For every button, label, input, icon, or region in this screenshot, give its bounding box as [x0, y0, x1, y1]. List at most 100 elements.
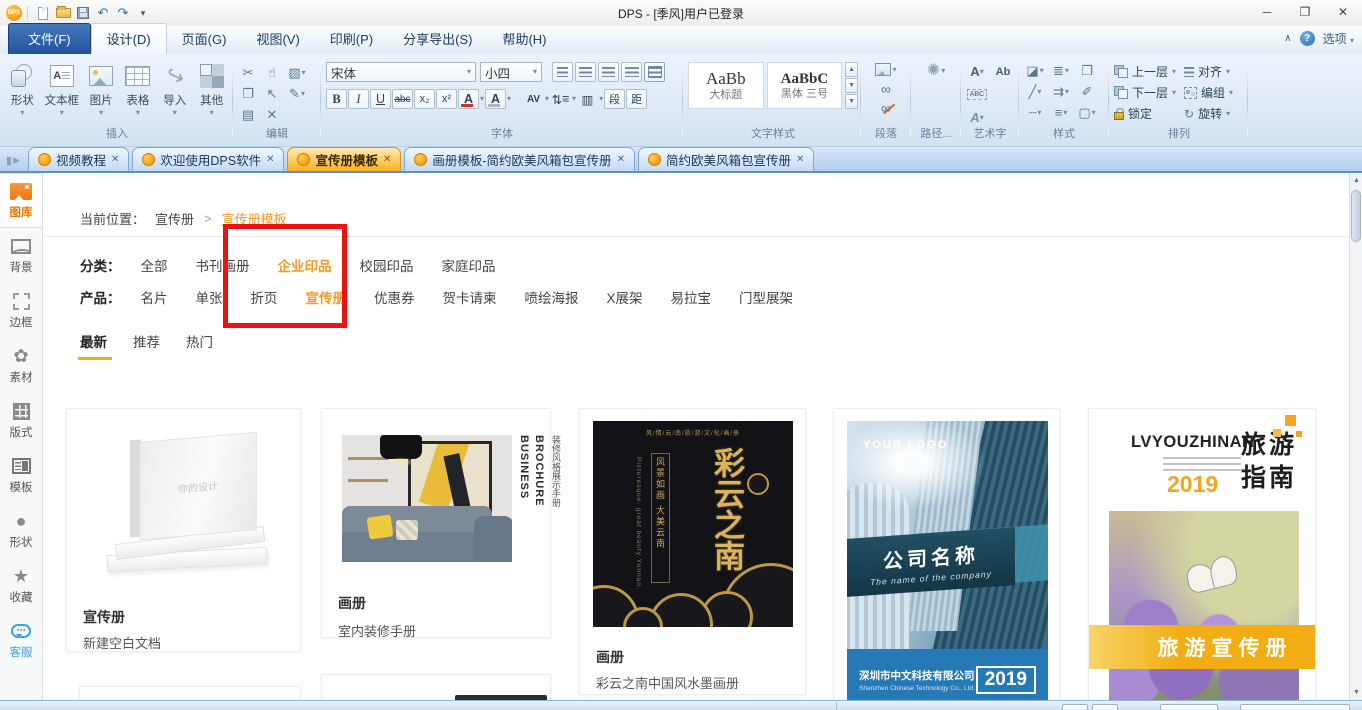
- undo-button[interactable]: ↶: [93, 3, 113, 23]
- filter-product-single-sheet[interactable]: 单张: [196, 287, 223, 307]
- hand-tool-button[interactable]: ☝: [268, 66, 276, 80]
- new-document-button[interactable]: [33, 3, 53, 23]
- wordart-convert-button[interactable]: Ab: [996, 66, 1011, 78]
- columns-button[interactable]: ▥: [577, 89, 598, 109]
- template-card-partial[interactable]: [79, 686, 301, 700]
- close-button[interactable]: ✕: [1324, 0, 1362, 24]
- sidebar-item-favorites[interactable]: ★收藏: [0, 558, 42, 613]
- cut-button[interactable]: ✂: [243, 66, 254, 80]
- sidebar-item-background[interactable]: 背景: [0, 228, 42, 283]
- doc-tab-welcome[interactable]: 欢迎使用DPS软件✕: [132, 147, 284, 171]
- sidebar-item-material[interactable]: ✿素材: [0, 338, 42, 393]
- tab-page[interactable]: 页面(G): [167, 24, 242, 54]
- template-card-travel[interactable]: LVYOUZHINAN 2019 旅游指南 旅游宣传册: [1088, 408, 1316, 700]
- scroll-up-icon[interactable]: ▲: [845, 62, 858, 77]
- quick-access-customize-button[interactable]: ▾: [133, 3, 153, 23]
- path-tool-button[interactable]: ✺▾: [927, 64, 945, 78]
- save-button[interactable]: [73, 3, 93, 23]
- align-left-button[interactable]: [552, 62, 573, 82]
- statusbar-control[interactable]: [1062, 704, 1088, 710]
- collapse-ribbon-button[interactable]: ∧: [1284, 33, 1291, 44]
- breadcrumb-parent[interactable]: 宣传册: [155, 209, 194, 228]
- text-style-heading[interactable]: AaBb 大标题: [688, 62, 764, 109]
- picture-tool-button[interactable]: ▨▾: [288, 66, 305, 80]
- fill-color-button[interactable]: ◪▾: [1026, 64, 1043, 78]
- template-card-blank[interactable]: 你的设计 宣传册 新建空白文档: [66, 408, 301, 652]
- strikethrough-button[interactable]: abc: [392, 89, 413, 109]
- sort-tab-recommended[interactable]: 推荐: [133, 331, 160, 360]
- panel-expand-button[interactable]: ▮ ▶: [6, 154, 20, 167]
- text-wrap-button[interactable]: ▾: [875, 63, 896, 76]
- dash-style-button[interactable]: ┈▾: [1029, 106, 1042, 120]
- filter-product-x-stand[interactable]: X展架: [607, 287, 643, 307]
- copy-button[interactable]: ❐: [242, 87, 254, 101]
- tab-file[interactable]: 文件(F): [8, 23, 91, 54]
- gallery-expand-icon[interactable]: ▼: [845, 94, 858, 109]
- superscript-button[interactable]: x²: [436, 89, 457, 109]
- line-spacing-button[interactable]: ⇅≡: [550, 89, 571, 109]
- statusbar-control[interactable]: [1092, 704, 1118, 710]
- sort-tab-hot[interactable]: 热门: [186, 331, 213, 360]
- redo-button[interactable]: ↷: [113, 3, 133, 23]
- char-spacing-button[interactable]: AV: [523, 89, 544, 109]
- tab-design[interactable]: 设计(D): [91, 23, 167, 54]
- filter-product-door-stand[interactable]: 门型展架: [739, 287, 793, 307]
- doc-tab-bag-brochure[interactable]: 简约欧美风箱包宣传册✕: [638, 147, 814, 171]
- doc-tab-video-tutorial[interactable]: 视频教程✕: [28, 147, 129, 171]
- scroll-up-button[interactable]: ▲: [1350, 173, 1362, 188]
- style-gallery-scroll[interactable]: ▲ ▼ ▼: [845, 62, 858, 109]
- font-size-select[interactable]: 小四▾: [480, 62, 542, 82]
- align-right-button[interactable]: [598, 62, 619, 82]
- sidebar-item-service[interactable]: ⋯客服: [0, 613, 42, 668]
- send-backward-button[interactable]: 下一层▾: [1114, 82, 1184, 103]
- doc-tab-album-template[interactable]: 画册模板-简约欧美风箱包宣传册✕: [404, 147, 635, 171]
- sidebar-item-border[interactable]: 边框: [0, 283, 42, 338]
- align-center-button[interactable]: [575, 62, 596, 82]
- insert-other-button[interactable]: 其他▾: [193, 58, 230, 116]
- bring-forward-button[interactable]: 上一层▾: [1114, 61, 1184, 82]
- underline-button[interactable]: U: [370, 89, 391, 109]
- insert-import-button[interactable]: ↪导入▾: [156, 58, 193, 116]
- options-button[interactable]: 选项 ▾: [1323, 30, 1354, 47]
- unlink-button[interactable]: ∞: [881, 102, 891, 114]
- template-card-corporate[interactable]: YOUR LOGO 公司名称 The name of the company 深…: [833, 408, 1060, 700]
- tab-share-export[interactable]: 分享导出(S): [388, 24, 487, 54]
- filter-product-poster[interactable]: 喷绘海报: [525, 287, 579, 307]
- scroll-down-icon[interactable]: ▼: [845, 78, 858, 93]
- filter-category-campus-print[interactable]: 校园印品: [360, 255, 414, 275]
- filter-product-coupon[interactable]: 优惠券: [374, 287, 415, 307]
- select-button[interactable]: ↖: [267, 87, 278, 101]
- text-style-heiti[interactable]: AaBbC 黑体 三号: [767, 62, 843, 109]
- copy-style-button[interactable]: ❐: [1081, 64, 1093, 78]
- vertical-scrollbar[interactable]: ▲ ▼: [1349, 173, 1362, 700]
- spacing-settings-button[interactable]: 距: [626, 89, 647, 109]
- tab-help[interactable]: 帮助(H): [487, 24, 561, 54]
- doc-tab-brochure-templates[interactable]: 宣传册模板✕: [287, 147, 401, 171]
- italic-button[interactable]: I: [348, 89, 369, 109]
- wordart-abc-button[interactable]: ABC: [967, 89, 987, 100]
- close-icon[interactable]: ✕: [617, 154, 625, 165]
- filter-product-roll-up[interactable]: 易拉宝: [671, 287, 712, 307]
- font-name-select[interactable]: 宋体▾: [326, 62, 476, 82]
- line-weight-button[interactable]: ≡▾: [1055, 106, 1068, 120]
- filter-product-greeting-card[interactable]: 贺卡请柬: [443, 287, 497, 307]
- text-direction-button[interactable]: [644, 62, 665, 82]
- highlight-color-button[interactable]: A: [485, 89, 506, 109]
- insert-picture-button[interactable]: 图片▾: [83, 58, 120, 116]
- format-brush-button[interactable]: ✐: [1082, 85, 1093, 99]
- lock-button[interactable]: 锁定: [1114, 103, 1184, 124]
- scroll-down-button[interactable]: ▼: [1350, 685, 1362, 700]
- close-icon[interactable]: ✕: [383, 154, 391, 165]
- outline-color-button[interactable]: ╱▾: [1029, 85, 1042, 99]
- filter-category-family-print[interactable]: 家庭印品: [442, 255, 496, 275]
- line-style-button[interactable]: ≣▾: [1053, 64, 1069, 78]
- group-button[interactable]: 编组▾: [1184, 82, 1244, 103]
- statusbar-control[interactable]: [1240, 704, 1350, 710]
- delete-button[interactable]: ✕: [267, 108, 278, 122]
- align-button[interactable]: 对齐▾: [1184, 61, 1244, 82]
- bold-button[interactable]: B: [326, 89, 347, 109]
- sidebar-item-shape[interactable]: ●形状: [0, 503, 42, 558]
- wordart-style-button[interactable]: A▾: [970, 64, 983, 79]
- align-justify-button[interactable]: [621, 62, 642, 82]
- template-card-interior[interactable]: BUSINESS BROCHURE 装修风格展示手册 画册 室内装修手册: [321, 408, 551, 638]
